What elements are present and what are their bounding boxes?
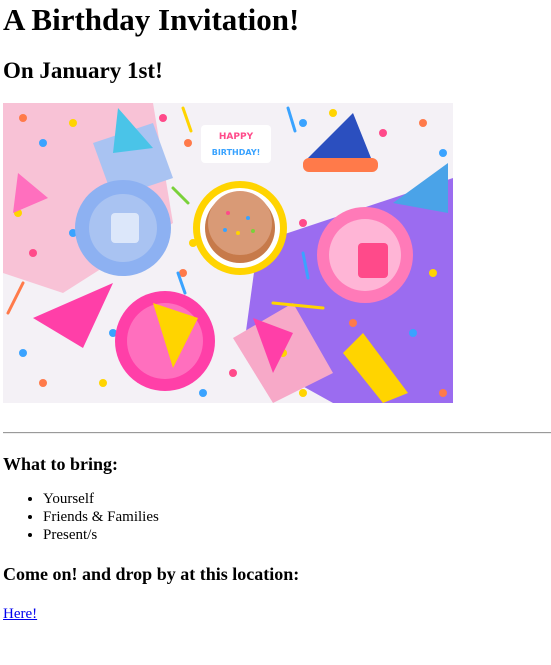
list-item: Yourself (43, 490, 548, 508)
section-divider (3, 432, 551, 434)
svg-text:HAPPY: HAPPY (219, 132, 254, 142)
bring-heading: What to bring: (3, 454, 119, 474)
location-link[interactable]: Here! (3, 605, 37, 623)
list-item: Friends & Families (43, 508, 548, 526)
date-heading: On January 1st! (3, 58, 163, 83)
svg-text:BIRTHDAY!: BIRTHDAY! (212, 148, 261, 157)
list-item: Present/s (43, 526, 548, 544)
page-title: A Birthday Invitation! (3, 2, 300, 37)
location-heading: Come on! and drop by at this location: (3, 564, 300, 584)
bring-list: Yourself Friends & Families Present/s (3, 490, 548, 544)
invitation-page: A Birthday Invitation! On January 1st! H… (0, 0, 551, 623)
party-photo: HAPPY BIRTHDAY! (3, 103, 453, 403)
